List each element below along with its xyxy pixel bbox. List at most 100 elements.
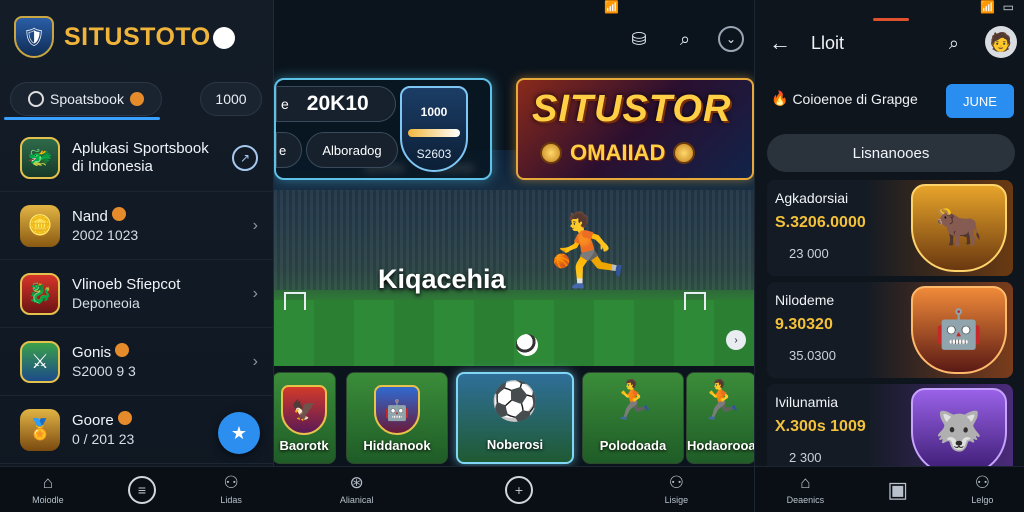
nav-label: Lidas [220,495,242,505]
bottom-nav: ⌂ Moiodle ≡ ⚇ Lidas [0,466,274,512]
soccer-player-icon: 🏃 [697,380,745,422]
star-icon: ★ [230,422,248,443]
game-card-amount: S.3206.0000 [775,214,866,231]
tab-sportsbook[interactable]: Spoatsbook [10,82,162,116]
wifi-icon: 📶 [604,0,623,14]
coin-icon [117,411,132,425]
team-crest-icon: 🤖 [374,385,420,435]
compass-icon[interactable]: ↗ [232,144,258,171]
label-chip-text: Alboradog [322,142,382,158]
list-item-subtitle: S2000 9 3 [72,363,136,379]
game-tile[interactable]: ⚽ Noberosi [456,372,574,464]
torch-icon: 🔥 [771,90,789,106]
nav-chat[interactable]: ≡ [128,475,156,504]
promo-subtitle: OMAIIAD [570,140,666,165]
game-name: Polodoada [599,438,667,453]
page-title: Lloit [811,32,845,53]
game-card-name: Nilodeme [775,292,835,308]
brand-name: SITUSTOTO [64,22,211,51]
label-chip[interactable]: Alboradog [306,132,398,168]
game-name: Hodaorooa [687,438,754,453]
brand-logo[interactable]: 🛡 SITUSTOTO [14,16,235,58]
list-item-title: Goore [72,412,114,429]
brand-shield-icon: 🛡 [14,16,54,58]
nav-home[interactable]: ⌂ Moiodle [32,473,64,506]
pitch [274,300,754,366]
add-fab-button[interactable]: ★ [218,412,260,454]
avatar[interactable]: 🧑 [985,26,1017,58]
game-tile[interactable]: 🦅 Baorotk [274,372,336,464]
coin-icon [129,92,144,106]
nav-profile[interactable]: ⚇ Lelgo [971,474,994,506]
nav-add[interactable]: + [504,475,533,504]
home-icon: ⌂ [42,473,54,492]
promo-title: SITUSTOR [532,88,732,130]
stands [274,190,754,290]
soccer-player-icon: 🏃 [609,380,657,422]
game-card-minor: 35.0300 [789,348,836,363]
game-tile[interactable]: 🏃 Hodaorooa [686,372,754,464]
bull-shield-icon: 🐂 [911,184,1007,272]
promo-text: Coioenoe di Grapge [792,90,918,107]
tab-sportsbook-label: Spoatsbook [50,91,124,107]
back-arrow-icon[interactable]: ← [769,30,791,56]
chat-icon: ≡ [128,475,156,504]
search-icon[interactable]: ⌕ [672,26,698,52]
game-card-name: Agkadorsiai [775,190,849,206]
june-button[interactable]: JUNE [946,84,1014,118]
score-card[interactable]: e 20K10 e Alboradog 1000 S2603 [274,78,492,180]
list-item[interactable]: ⚔ Gonis S2000 9 3 › [0,328,274,396]
chevron-right-icon: › [252,284,258,302]
right-panel: 📶 ▭ ← Lloit ⌕ 🧑 🔥 Coioenoe di Grapge JUNE… [754,0,1024,512]
nav-profile[interactable]: ⚇ Lidas [220,473,242,506]
hero-banner[interactable]: ⛹ [274,150,754,366]
game-card[interactable]: Agkadorsiai S.3206.0000 23 000 🐂 [767,180,1013,276]
shield-top-text: 1000 [420,105,448,119]
game-name: Baorotk [279,438,329,453]
coin-icon [540,142,562,164]
game-card-amount: X.300s 1009 [775,418,866,435]
nav-sports[interactable]: ⊛ Alianical [339,474,374,506]
tab-number[interactable]: 1000 [200,82,262,116]
chevron-right-icon: › [252,352,258,370]
coin-icon [112,207,127,221]
gift-icon[interactable]: ⛁ [626,26,652,52]
list-item-subtitle: 2002 1023 [72,227,139,243]
nav-home[interactable]: ⌂ Deaenics [786,474,825,506]
search-icon[interactable]: ⌕ [949,33,959,54]
status-bar: 📶 ▭ [980,0,1016,14]
game-card-minor: 2 300 [789,450,822,465]
list-item[interactable]: 🐲 Aplukasi Sportsbook di Indonesia ↗ [0,124,274,192]
team-chip[interactable]: e [276,132,302,168]
list-item[interactable]: 🪙 Nand 2002 1023 › [0,192,274,260]
robot-helmet-icon: 🤖 [911,286,1007,374]
nav-label: Lelgo [971,495,994,505]
chevron-right-icon: › [252,216,258,234]
brand-mark-icon [212,26,235,49]
nav-label: Deaenics [786,495,825,505]
list-item-title: Nand [72,208,108,225]
game-name: Noberosi [486,437,544,452]
chevron-down-icon[interactable]: ⌄ [718,26,744,52]
game-card-minor: 23 000 [789,246,829,261]
game-tile[interactable]: 🤖 Hiddanook [346,372,448,464]
search-bar[interactable]: Lisnanooes [767,134,1015,172]
shield-badge: 1000 S2603 [400,86,468,172]
coin-icon [115,343,130,357]
tab-number-label: 1000 [215,91,247,107]
list-item-subtitle: di Indonesia [72,157,153,175]
game-card-name: Ivilunamia [775,394,839,410]
user-icon: ⚇ [668,473,684,492]
nav-profile[interactable]: ⚇ Lisige [665,473,689,506]
list-item[interactable]: 🐉 Vlinoeb Sfiepcot Deponeoia › [0,260,274,328]
nav-label: Alianical [339,495,374,505]
dragon-shield-icon: 🐉 [20,272,60,315]
list-item-subtitle: 0 / 201 23 [72,431,135,447]
nav-label: Moiodle [32,495,64,505]
next-arrow-icon[interactable]: › [726,330,746,350]
user-icon: ⚇ [223,473,239,492]
nav-box[interactable]: ▣ [887,478,908,500]
promo-banner[interactable]: SITUSTOR OMAIIAD [516,78,754,180]
game-card[interactable]: Nilodeme 9.30320 35.0300 🤖 [767,282,1013,378]
game-tile[interactable]: 🏃 Polodoada [582,372,684,464]
